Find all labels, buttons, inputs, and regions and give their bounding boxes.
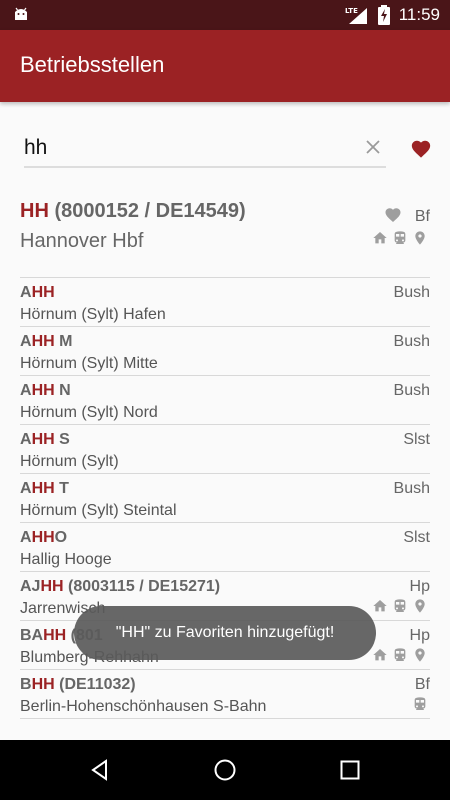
code-details: (8000152 / DE14549) (48, 200, 246, 222)
list-item[interactable]: AHH Hörnum (Sylt) Hafen Bush (20, 277, 430, 326)
network-label: LTE (345, 7, 358, 15)
code-prefix: A (20, 529, 32, 546)
android-notification-icon (15, 7, 27, 20)
code-suffix: S (54, 431, 70, 448)
code-suffix: N (54, 382, 71, 399)
station-icons (372, 598, 428, 614)
code-highlight: HH (31, 529, 55, 546)
home-button-icon[interactable] (213, 758, 237, 782)
station-code: HH (8000152 / DE14549) (20, 200, 246, 223)
train-icon (394, 231, 406, 244)
station-code: AHH S (20, 431, 70, 449)
code-prefix: A (20, 480, 32, 497)
back-icon[interactable] (88, 758, 112, 782)
station-code: AHH (20, 284, 55, 302)
station-type: Bush (393, 480, 430, 497)
train-icon (394, 599, 406, 612)
code-suffix: T (54, 480, 69, 497)
search-field[interactable] (24, 128, 386, 168)
station-type: Bush (393, 382, 430, 399)
code-highlight: HH (31, 480, 55, 497)
code-suffix: (8003115 / DE15271) (63, 578, 221, 595)
list-item[interactable]: AHHO Hallig Hooge Slst (20, 522, 430, 571)
station-code: AJHH (8003115 / DE15271) (20, 578, 220, 596)
code-suffix: O (54, 529, 68, 546)
train-icon (414, 697, 426, 710)
station-type: Hp (409, 578, 430, 595)
code-highlight: HH (43, 627, 67, 644)
toast-message: "HH" zu Favoriten hinzugefügt! (74, 606, 376, 660)
home-icon (373, 232, 387, 244)
page-title: Betriebsstellen (20, 52, 165, 77)
location-pin-icon (415, 648, 425, 662)
train-icon (394, 648, 406, 661)
code-highlight: HH (20, 200, 49, 222)
station-type: Bush (393, 333, 430, 350)
clock: 11:59 (398, 5, 440, 24)
station-name: Hörnum (Sylt) (20, 453, 119, 470)
status-bar: LTE 11:59 (0, 0, 450, 30)
station-type: Bush (393, 284, 430, 301)
station-icons (372, 230, 428, 246)
station-code: AHH M (20, 333, 72, 351)
location-pin-icon (415, 231, 425, 245)
list-item[interactable]: AHH N Hörnum (Sylt) Nord Bush (20, 375, 430, 424)
lte-signal-icon: LTE (345, 7, 367, 24)
home-icon (373, 649, 387, 661)
favorites-heart-icon[interactable] (410, 138, 432, 160)
home-icon (373, 600, 387, 612)
station-type: Bf (414, 676, 430, 693)
list-item[interactable]: AHH T Hörnum (Sylt) Steintal Bush (20, 473, 430, 522)
code-prefix: AJ (20, 578, 41, 595)
station-name: Hörnum (Sylt) Mitte (20, 355, 158, 372)
station-icons (372, 647, 428, 663)
app-bar: Betriebsstellen (0, 30, 450, 102)
station-name: Hörnum (Sylt) Steintal (20, 502, 177, 519)
station-type: Slst (403, 431, 430, 448)
battery-charging-icon (377, 5, 390, 25)
search-input[interactable] (24, 132, 354, 164)
code-highlight: HH (40, 578, 64, 595)
code-suffix: (DE11032) (54, 676, 136, 693)
code-highlight: HH (31, 431, 55, 448)
code-highlight: HH (31, 333, 55, 350)
navigation-bar (0, 740, 450, 800)
code-prefix: B (20, 676, 32, 693)
list-item[interactable]: BHH (DE11032) Berlin-Hohenschönhausen S-… (20, 669, 430, 718)
recents-icon[interactable] (338, 758, 362, 782)
code-suffix: M (54, 333, 73, 350)
code-prefix: A (20, 333, 32, 350)
station-name: Hannover Hbf (20, 230, 144, 252)
featured-station[interactable]: HH (8000152 / DE14549) Hannover Hbf Bf (20, 198, 430, 278)
station-name: Hörnum (Sylt) Nord (20, 404, 158, 421)
station-code: AHH N (20, 382, 71, 400)
station-icons (412, 696, 428, 712)
station-code: BHH (DE11032) (20, 676, 136, 694)
location-pin-icon (415, 599, 425, 613)
station-code: AHH T (20, 480, 69, 498)
station-name: Hörnum (Sylt) Hafen (20, 306, 166, 323)
list-item[interactable]: AHH M Hörnum (Sylt) Mitte Bush (20, 326, 430, 375)
code-prefix: A (20, 284, 32, 301)
station-name: Hallig Hooge (20, 551, 112, 568)
station-type: Slst (403, 529, 430, 546)
code-highlight: HH (31, 382, 55, 399)
favorite-heart-icon[interactable] (384, 206, 402, 224)
station-type: Bf (414, 208, 430, 225)
station-type: Hp (409, 627, 430, 644)
code-highlight: HH (31, 676, 55, 693)
clear-icon[interactable] (362, 136, 384, 158)
code-prefix: A (20, 431, 32, 448)
station-code: AHHO (20, 529, 67, 547)
code-highlight: HH (31, 284, 55, 301)
station-name: Berlin-Hohenschönhausen S-Bahn (20, 698, 267, 715)
code-prefix: BA (20, 627, 44, 644)
list-item[interactable]: AHH S Hörnum (Sylt) Slst (20, 424, 430, 473)
code-prefix: A (20, 382, 32, 399)
list-divider (20, 718, 430, 719)
